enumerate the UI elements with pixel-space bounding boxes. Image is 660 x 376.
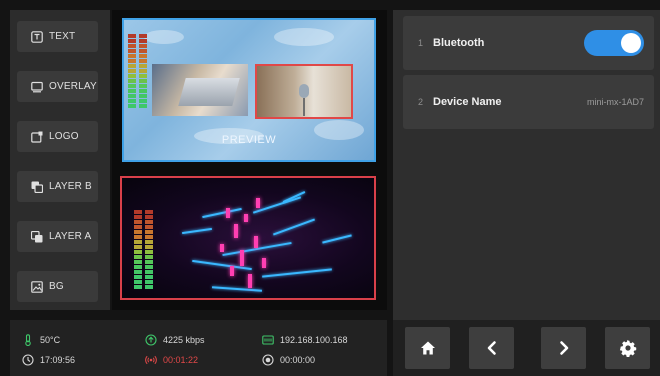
microphone-thumbnail [255, 64, 353, 119]
device-name-label: Device Name [433, 96, 502, 108]
audio-meter-right [139, 34, 147, 108]
record-icon [262, 354, 274, 366]
stream-time-value: 00:01:22 [163, 355, 199, 365]
bluetooth-toggle[interactable] [584, 30, 644, 56]
laptop-thumbnail [152, 64, 248, 116]
preview-audio-meters [128, 34, 147, 108]
logo-button[interactable]: LOGO [17, 121, 98, 152]
text-icon [31, 30, 43, 43]
layer-a-button-label: LAYER A [49, 231, 92, 242]
status-bar: 50°C 17:09:56 4225 kbps 00:01:22 192.168… [10, 320, 387, 376]
program-audio-meters [134, 210, 153, 289]
device-name-row[interactable]: 2 Device Name mini-mx-1AD7 [403, 75, 654, 129]
gear-icon [619, 339, 636, 357]
forward-button[interactable] [541, 327, 586, 369]
bg-button[interactable]: BG [17, 271, 98, 302]
toggle-knob [621, 33, 641, 53]
logo-button-label: LOGO [49, 131, 79, 142]
microphone-icon [299, 84, 309, 98]
temperature-status: 50°C [22, 334, 60, 346]
program-window[interactable] [120, 176, 376, 300]
overlay-icon [31, 81, 43, 92]
home-icon [420, 341, 435, 355]
layer-b-button-label: LAYER B [49, 181, 92, 192]
chevron-left-icon [487, 341, 496, 355]
text-button[interactable]: TEXT [17, 21, 98, 52]
bluetooth-label: Bluetooth [433, 37, 485, 49]
chevron-right-icon [559, 341, 568, 355]
device-name-value: mini-mx-1AD7 [586, 97, 644, 107]
logo-icon [31, 131, 43, 143]
network-icon [262, 335, 274, 345]
audio-meter-left [134, 210, 142, 289]
audio-meter-right [145, 210, 153, 289]
text-button-label: TEXT [49, 31, 76, 42]
audio-meter-left [128, 34, 136, 108]
layer-b-button[interactable]: LAYER B [17, 171, 98, 202]
overlay-button[interactable]: OVERLAY [17, 71, 98, 102]
bg-button-label: BG [49, 281, 64, 292]
clock-value: 17:09:56 [40, 355, 76, 365]
preview-window[interactable]: PREVIEW [122, 18, 376, 162]
row-index: 1 [417, 38, 423, 48]
overlay-button-label: OVERLAY [49, 81, 97, 92]
thermometer-icon [25, 334, 31, 346]
mic-stand [303, 98, 305, 116]
layer-a-icon [31, 230, 43, 242]
layer-b-icon [31, 181, 43, 193]
bitrate-value: 4225 kbps [163, 335, 205, 345]
bluetooth-row[interactable]: 1 Bluetooth [403, 16, 654, 70]
upload-icon [145, 334, 157, 346]
video-monitor-area: PREVIEW [112, 10, 387, 310]
image-icon [31, 280, 43, 293]
back-button[interactable] [469, 327, 514, 369]
ip-address-value: 192.168.100.168 [280, 335, 348, 345]
home-button[interactable] [405, 327, 450, 369]
layer-button-column: TEXT OVERLAY LOGO LAYER B LAYER A BG [10, 10, 110, 310]
laptop-shape [178, 78, 240, 106]
clock-icon [22, 354, 34, 366]
preview-label: PREVIEW [221, 134, 277, 146]
settings-button[interactable] [605, 327, 650, 369]
record-time-value: 00:00:00 [280, 355, 316, 365]
temperature-value: 50°C [40, 335, 61, 345]
clock-status: 17:09:56 [22, 354, 75, 366]
broadcast-icon [145, 355, 157, 365]
preview-texture [274, 28, 334, 46]
settings-panel: 1 Bluetooth 2 Device Name mini-mx-1AD7 [393, 10, 660, 320]
network-status: 192.168.100.168 [262, 334, 348, 346]
record-time-status: 00:00:00 [262, 354, 315, 366]
stream-time-status: 00:01:22 [145, 354, 198, 366]
layer-a-button[interactable]: LAYER A [17, 221, 98, 252]
bitrate-status: 4225 kbps [145, 334, 205, 346]
preview-texture [144, 30, 184, 44]
row-index: 2 [417, 97, 423, 107]
